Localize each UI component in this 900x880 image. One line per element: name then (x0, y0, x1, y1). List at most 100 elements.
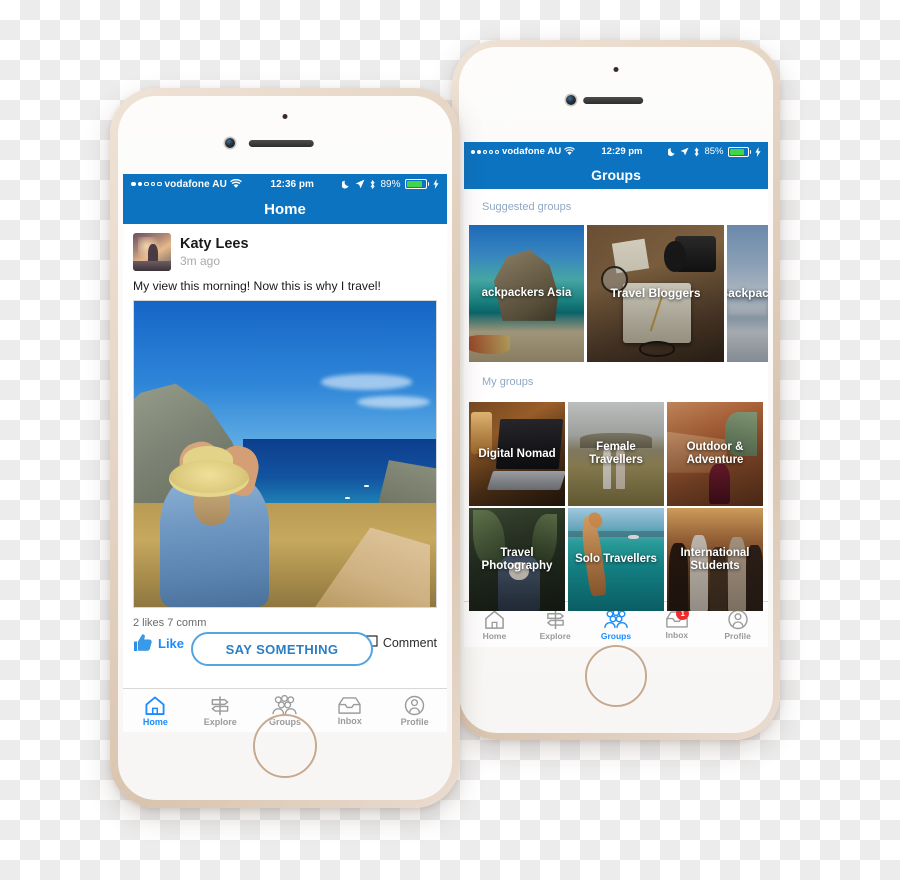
moon-icon (668, 148, 676, 156)
phone-left: vodafone AU 12:36 pm 89% Home Katy Lees … (110, 88, 460, 808)
status-right-group: 89% (342, 179, 439, 190)
signal-dots-icon (471, 149, 499, 154)
status-bar-right: vodafone AU 12:29 pm 85% (464, 142, 768, 161)
like-label: Like (158, 635, 185, 651)
person-circle-icon (404, 695, 425, 715)
thumbs-up-icon (134, 634, 152, 651)
group-tile-label: Backpack (727, 285, 768, 300)
group-tile-travel-bloggers[interactable]: Travel Bloggers (587, 225, 724, 362)
tab-label: Inbox (337, 715, 362, 726)
earpiece-speaker (248, 140, 314, 147)
suggested-groups-row: ackpackers Asia Travel Bloggers ackpac (464, 225, 768, 362)
person-circle-icon (727, 609, 748, 629)
post-author-name[interactable]: Katy Lees (180, 235, 249, 253)
photo-boat (345, 496, 351, 499)
signpost-icon (211, 695, 229, 715)
status-right-group: 85% (668, 146, 761, 157)
phone-right-face: vodafone AU 12:29 pm 85% Groups Suggeste… (459, 47, 773, 733)
tab-label: Inbox (665, 629, 689, 640)
location-arrow-icon (356, 179, 365, 189)
say-something-label: SAY SOMETHING (225, 641, 339, 657)
page-title-groups: Groups (591, 167, 641, 183)
group-tile-label: Travel Photography (481, 546, 553, 572)
tab-label: Profile (724, 630, 751, 641)
status-time: 12:36 pm (270, 178, 314, 190)
group-tile-label: International Students (680, 546, 750, 572)
tab-label: Home (482, 630, 507, 641)
front-camera-icon (224, 138, 235, 148)
status-left-group: vodafone AU (471, 146, 576, 157)
group-tile-international-students[interactable]: International Students (667, 508, 763, 611)
photo-cloud (321, 374, 412, 390)
group-tile-backpackers-asia[interactable]: ackpackers Asia (469, 225, 584, 362)
carrier-label: vodafone AU (502, 146, 562, 157)
group-tile-digital-nomad[interactable]: Digital Nomad (469, 402, 565, 506)
group-tile-female-travellers[interactable]: Female Travellers (568, 402, 664, 506)
tab-label: Groups (600, 630, 632, 641)
battery-percent-label: 89% (380, 178, 401, 190)
photo-person (152, 436, 291, 607)
post-timestamp: 3m ago (180, 253, 221, 268)
group-tile-label: Outdoor & Adventure (686, 441, 744, 466)
tab-label: Explore (539, 630, 571, 641)
signpost-icon (546, 609, 564, 629)
section-header-my-groups: My groups (464, 362, 768, 402)
tab-explore[interactable]: Explore (188, 689, 253, 732)
charging-bolt-icon (755, 146, 761, 157)
group-tile-label: Solo Travellers (575, 553, 657, 566)
group-tile-solo-travellers[interactable]: Solo Travellers (568, 508, 664, 611)
proximity-sensor-icon (613, 67, 619, 72)
section-title: My groups (482, 376, 534, 388)
battery-icon (404, 178, 429, 190)
proximity-sensor-icon (282, 114, 288, 119)
navbar-right: Groups (464, 161, 768, 189)
navbar-left: Home (123, 194, 447, 224)
my-groups-row-2: Travel Photography Solo Travellers Inter… (464, 508, 768, 611)
home-icon (485, 610, 504, 629)
page-title-home: Home (264, 200, 306, 218)
people-icon (604, 608, 628, 628)
wifi-icon (230, 179, 242, 188)
tab-home[interactable]: Home (123, 689, 188, 732)
battery-icon (727, 146, 751, 157)
like-button[interactable]: Like (133, 634, 184, 652)
home-button-right[interactable] (585, 645, 647, 707)
front-camera-icon (565, 95, 576, 105)
comment-label: Comment (382, 636, 437, 650)
signal-dots-icon (131, 181, 162, 187)
group-tile-label: Female Travellers (589, 441, 643, 466)
people-icon (272, 694, 298, 714)
bluetooth-icon (371, 179, 376, 189)
group-tile-label: Travel Bloggers (610, 285, 701, 300)
post-photo[interactable] (133, 300, 437, 608)
tab-profile[interactable]: Profile (382, 689, 447, 732)
group-tile-label: Digital Nomad (478, 447, 556, 460)
mockup-stage: vodafone AU 12:29 pm 85% Groups Suggeste… (0, 0, 900, 880)
section-title: Suggested groups (482, 201, 572, 213)
home-icon (145, 695, 165, 715)
photo-boat (363, 484, 369, 487)
avatar[interactable] (133, 233, 171, 271)
moon-icon (342, 180, 350, 189)
location-arrow-icon (681, 147, 689, 156)
inbox-icon (338, 696, 361, 714)
phone-left-screen: vodafone AU 12:36 pm 89% Home Katy Lees … (123, 174, 447, 732)
phone-left-face: vodafone AU 12:36 pm 89% Home Katy Lees … (118, 96, 452, 800)
say-something-button[interactable]: SAY SOMETHING (191, 632, 373, 666)
status-time: 12:29 pm (601, 146, 643, 157)
tab-inbox[interactable]: Inbox (317, 689, 382, 732)
photo-cloud (357, 395, 430, 409)
group-tile-outdoor-adventure[interactable]: Outdoor & Adventure (667, 402, 763, 506)
group-tile-travel-photography[interactable]: Travel Photography (469, 508, 565, 611)
post-header: Katy Lees 3m ago (123, 224, 447, 275)
section-header-suggested: Suggested groups (464, 189, 768, 225)
home-button-left[interactable] (253, 714, 317, 778)
group-tile-backpack[interactable]: Backpack (727, 225, 768, 362)
tab-label: Profile (400, 716, 429, 727)
post-caption: My view this morning! Now this is why I … (133, 279, 381, 293)
earpiece-speaker (583, 97, 644, 104)
phone-right: vodafone AU 12:29 pm 85% Groups Suggeste… (452, 40, 780, 740)
bluetooth-icon (695, 146, 700, 157)
carrier-label: vodafone AU (164, 178, 227, 190)
post-meta: 2 likes 7 comm (133, 617, 207, 629)
